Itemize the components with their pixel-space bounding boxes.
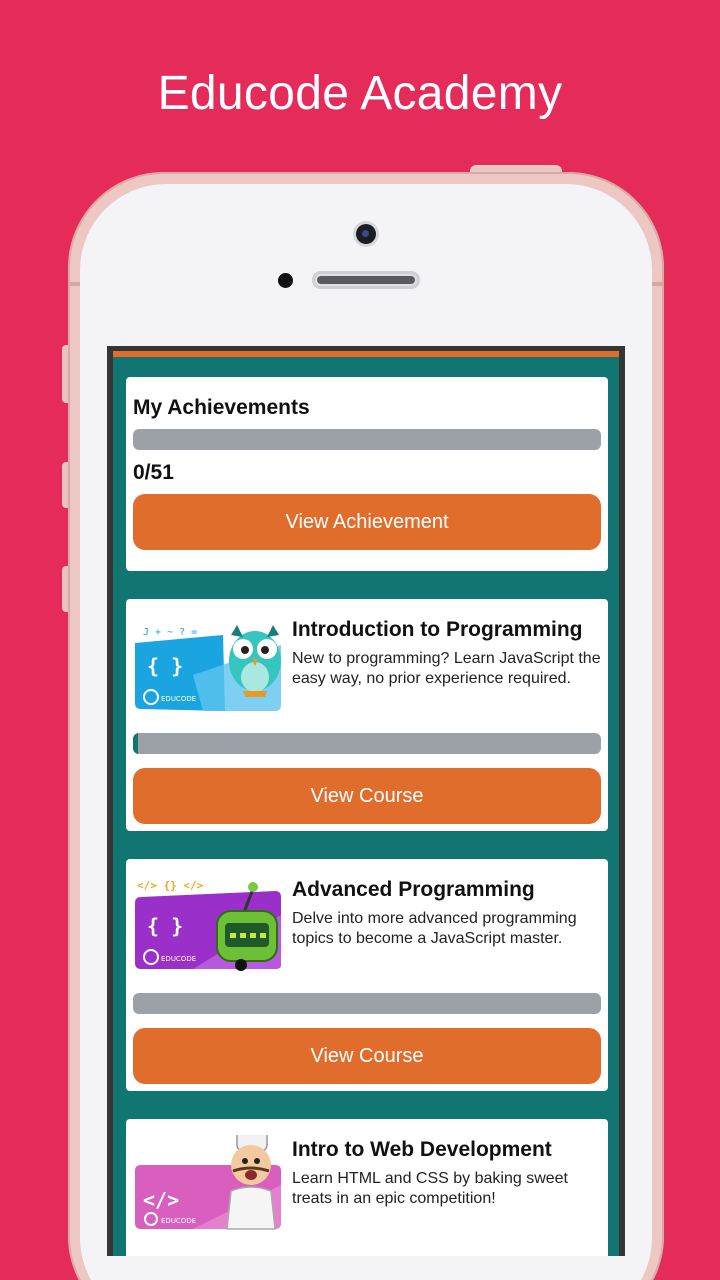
antenna-line bbox=[652, 282, 664, 286]
app-content[interactable]: My Achievements 0/51 View Achievement { … bbox=[113, 351, 619, 1256]
earpiece-speaker bbox=[312, 271, 420, 289]
thumb-brand-label: EDUCODE bbox=[161, 1217, 196, 1225]
view-course-button[interactable]: View Course bbox=[133, 1028, 601, 1084]
achievements-progress-bar bbox=[133, 429, 601, 450]
course-thumbnail: </> EDUCODE bbox=[133, 1120, 283, 1231]
thumb-code-glyph: { } bbox=[147, 914, 183, 938]
proximity-sensor bbox=[278, 273, 293, 288]
thumb-brand-label: EDUCODE bbox=[161, 955, 196, 963]
course-description: New to programming? Learn JavaScript the… bbox=[292, 650, 601, 687]
app-headline: Educode Academy bbox=[157, 67, 563, 120]
chef-icon: </> EDUCODE bbox=[135, 1120, 281, 1230]
phone-screen: My Achievements 0/51 View Achievement { … bbox=[107, 346, 625, 1256]
view-achievement-button[interactable]: View Achievement bbox=[133, 494, 601, 550]
achievements-count: 0/51 bbox=[133, 461, 174, 484]
course-title: Advanced Programming bbox=[292, 878, 535, 901]
course-thumbnail: </> {} </> { } EDUCODE bbox=[133, 875, 283, 971]
course-description: Delve into more advanced programming top… bbox=[292, 910, 577, 947]
course-progress-fill bbox=[133, 733, 138, 754]
thumb-brand-label: EDUCODE bbox=[161, 695, 196, 703]
owl-icon: { } EDUCODE J + ~ ? = bbox=[135, 625, 281, 711]
course-progress-bar bbox=[133, 733, 601, 754]
course-description: Learn HTML and CSS by baking sweet treat… bbox=[292, 1170, 568, 1207]
course-progress-bar bbox=[133, 993, 601, 1014]
achievements-title: My Achievements bbox=[133, 396, 310, 419]
view-course-button[interactable]: View Course bbox=[133, 768, 601, 824]
thumb-code-glyph: { } bbox=[147, 654, 183, 678]
svg-text:J + ~ ? =: J + ~ ? = bbox=[143, 627, 197, 638]
svg-text:</> {} </>: </> {} </> bbox=[137, 879, 204, 892]
achievements-card: My Achievements 0/51 View Achievement bbox=[126, 377, 608, 571]
course-card[interactable]: { } EDUCODE J + ~ ? = Introduction to Pr… bbox=[126, 599, 608, 831]
course-title: Intro to Web Development bbox=[292, 1138, 552, 1161]
antenna-line bbox=[68, 282, 80, 286]
course-card[interactable]: </> {} </> { } EDUCODE Advanced Programm… bbox=[126, 859, 608, 1091]
front-camera-icon bbox=[356, 224, 376, 244]
course-thumbnail: { } EDUCODE J + ~ ? = bbox=[133, 615, 283, 711]
course-card[interactable]: </> EDUCODE Intro to Web Development Lea… bbox=[126, 1119, 608, 1256]
thumb-code-glyph: </> bbox=[143, 1188, 179, 1212]
course-title: Introduction to Programming bbox=[292, 618, 583, 641]
robot-icon: </> {} </> { } EDUCODE bbox=[135, 879, 281, 971]
